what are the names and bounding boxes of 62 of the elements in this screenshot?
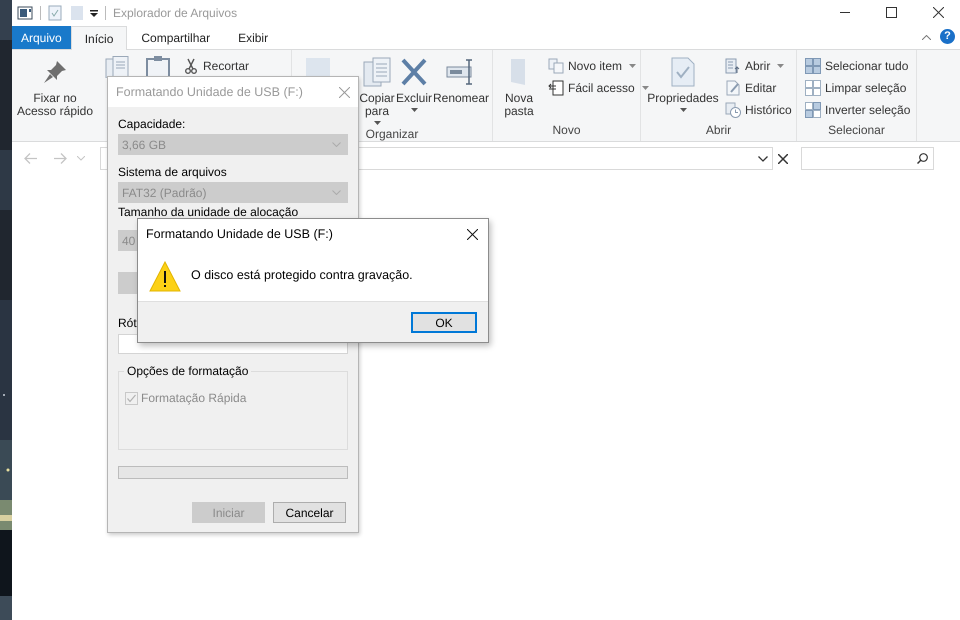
ribbon-tab[interactable]: Início	[70, 26, 128, 50]
field-label: Rót	[118, 315, 138, 331]
ribbon-button[interactable]: Recortar	[182, 55, 250, 77]
field-label: Capacidade:	[118, 116, 186, 132]
folder-window-icon[interactable]	[17, 6, 33, 20]
clipboard-icon[interactable]	[146, 56, 170, 78]
close-icon[interactable]	[467, 229, 478, 240]
collapse-ribbon-icon[interactable]	[922, 35, 931, 40]
scissors-icon	[183, 58, 199, 74]
select-none-icon	[805, 80, 821, 96]
dialog-title: Formatando Unidade de USB (F:)	[116, 84, 303, 101]
group-title: Opções de formatação	[124, 363, 252, 379]
ribbon-button[interactable]: Editar	[724, 77, 793, 99]
ribbon-tab[interactable]: Arquivo	[12, 26, 71, 49]
properties-icon[interactable]	[48, 4, 62, 20]
ribbon-button[interactable]: Inverter seleção	[804, 99, 912, 121]
ribbon-button[interactable]: Nova pasta	[502, 50, 536, 118]
group-label: Selecionar	[827, 122, 886, 139]
history-icon	[725, 102, 741, 118]
dialog-title: Formatando Unidade de USB (F:)	[146, 226, 333, 244]
select-all-icon	[805, 58, 821, 74]
window-title: Explorador de Arquivos	[113, 4, 238, 22]
back-arrow-icon[interactable]	[24, 153, 37, 164]
checkbox-icon	[125, 392, 138, 404]
customize-icon[interactable]	[90, 8, 98, 16]
search-field[interactable]	[801, 147, 934, 170]
group-label: Organizar	[364, 126, 420, 143]
ribbon-tab[interactable]: Compartilhar	[127, 26, 224, 49]
chevron-down-icon	[332, 190, 341, 195]
chevron-down-icon[interactable]	[77, 156, 85, 161]
chevron-down-icon	[758, 156, 768, 162]
forward-arrow-icon[interactable]	[54, 153, 67, 164]
close-icon[interactable]	[933, 7, 944, 18]
ribbon-button[interactable]: Limpar seleção	[804, 77, 912, 99]
ribbon-button[interactable]: Excluir	[395, 50, 433, 112]
document-arrow-icon	[725, 58, 741, 74]
copy-icon	[361, 56, 393, 88]
minimize-icon[interactable]	[840, 12, 850, 14]
search-icon	[917, 153, 928, 164]
ribbon-button[interactable]: Copiar para	[359, 50, 395, 125]
ribbon-button[interactable]: Abrir	[724, 55, 793, 77]
warning-icon	[149, 260, 181, 292]
ribbon-button[interactable]: Selecionar tudo	[804, 55, 912, 77]
ribbon-button[interactable]: Histórico	[724, 99, 793, 121]
invert-selection-icon	[805, 102, 821, 118]
edit-icon	[725, 80, 741, 96]
documents-icon	[548, 58, 564, 74]
field-label: Sistema de arquivos	[118, 164, 228, 180]
document-arrow-icon	[548, 80, 564, 96]
group-label: Abrir	[704, 122, 732, 139]
ribbon-tab[interactable]: Exibir	[224, 26, 282, 49]
ribbon-button[interactable]: Renomear	[433, 50, 489, 105]
close-icon[interactable]	[778, 154, 788, 164]
ok-button[interactable]: OK	[411, 312, 477, 332]
chevron-down-icon	[332, 142, 341, 147]
message-text: O disco está protegido contra gravação.	[191, 267, 413, 284]
field-label: Tamanho da unidade de alocação	[118, 204, 300, 220]
maximize-icon[interactable]	[886, 7, 897, 18]
dialog-button[interactable]: Cancelar	[273, 502, 346, 523]
ribbon-button[interactable]: Fixar no Acesso rápido	[13, 50, 97, 118]
group-label: Novo	[551, 122, 582, 139]
help-button[interactable]: ?	[940, 29, 955, 44]
